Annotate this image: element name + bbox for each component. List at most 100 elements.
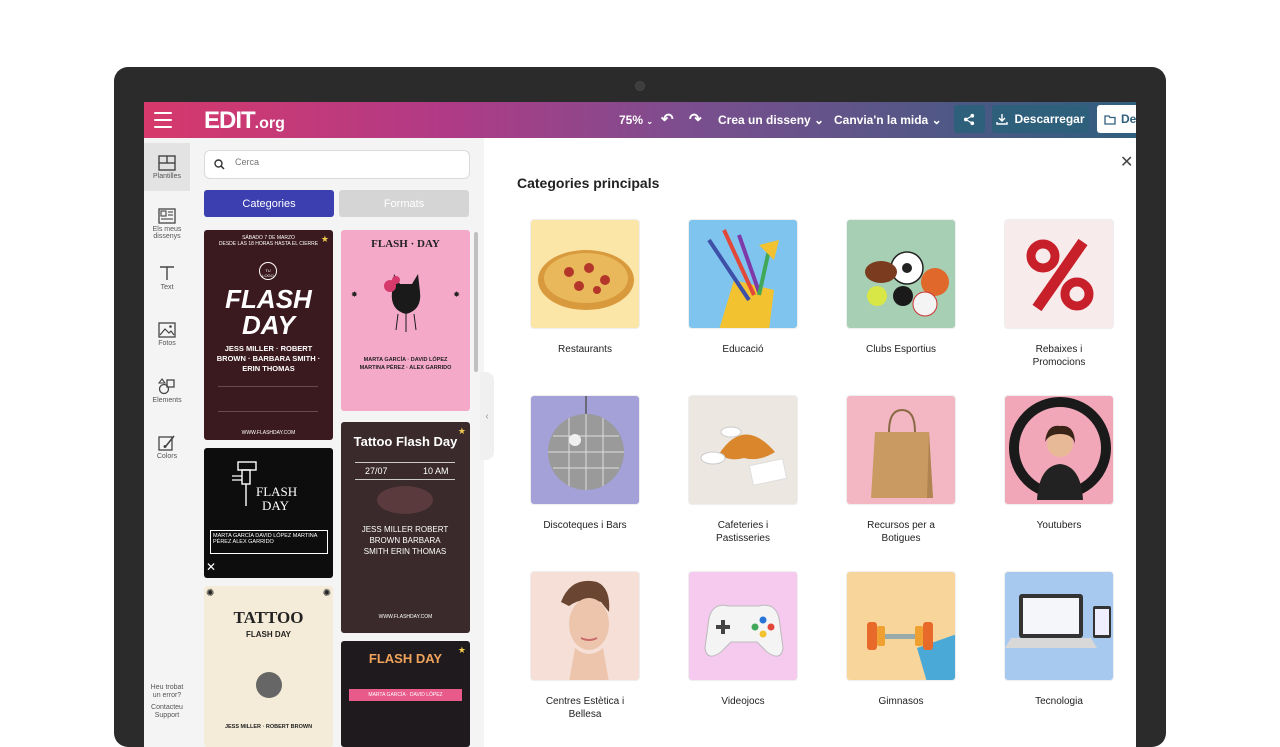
category-image — [688, 219, 798, 329]
colors-icon — [158, 435, 175, 451]
rail-my-designs-label-2: dissenys — [153, 233, 181, 240]
category-card-sales-promotions[interactable]: Rebaixes i Promocions — [1004, 219, 1114, 369]
create-design-menu[interactable]: Crea un disseny ⌄ — [718, 113, 824, 127]
share-button[interactable] — [954, 105, 985, 133]
category-label-line: Restaurants — [558, 344, 612, 355]
download-button[interactable]: Descarregar — [992, 105, 1089, 133]
template-title: FLASH DAY — [245, 630, 292, 639]
panel-scrollbar[interactable] — [474, 232, 478, 372]
gamepad-icon — [704, 604, 784, 657]
rail-my-designs-label-1: Els meus — [152, 226, 182, 233]
close-icon[interactable]: ✕ — [1120, 152, 1133, 172]
report-error-link[interactable]: Heu trobat un error? — [144, 684, 190, 700]
photos-icon — [158, 322, 176, 338]
rail-colors-label: Colors — [156, 453, 178, 460]
category-card-discos-bars[interactable]: Discoteques i Bars — [530, 395, 640, 532]
rail-elements[interactable]: Elements — [144, 374, 190, 414]
category-card-cafes-bakeries[interactable]: Cafeteries i Pastisseries — [688, 395, 798, 545]
category-card-store-resources[interactable]: Recursos per a Botigues — [846, 395, 956, 545]
dumbbell-icon — [867, 622, 955, 680]
category-label-line: Recursos per a — [867, 520, 935, 531]
folder-icon — [1104, 114, 1116, 125]
chevron-down-icon: ⌄ — [931, 113, 942, 127]
rail-text[interactable]: Text — [144, 260, 190, 300]
template-thumbnail[interactable]: FLASH · DAY ✸ ✸ MARTA GARCÍA · DAVID LÓP… — [341, 230, 470, 411]
sparkle-icon: ✸ — [351, 290, 358, 299]
category-image — [846, 571, 956, 681]
collapse-panel-handle[interactable]: ‹ — [480, 372, 494, 460]
download-icon — [996, 114, 1009, 125]
template-title: Tattoo Flash Day — [353, 434, 458, 449]
template-thumbnail[interactable]: TATTOO FLASH DAY ✺ ✺ JESS MILLER · ROBER… — [204, 586, 333, 747]
category-label: Clubs Esportius — [846, 343, 956, 356]
search-input[interactable] — [235, 157, 435, 167]
category-image — [530, 219, 640, 329]
template-thumbnail[interactable]: ★ SÁBADO 7 DE MARZO DESDE LAS 18 HORAS H… — [204, 230, 333, 440]
category-label-line: Centres Estètica i — [545, 696, 625, 707]
category-label: Youtubers — [1004, 519, 1114, 532]
contact-support-link[interactable]: Contacteu Support — [144, 704, 190, 720]
app-screen: EDIT.org 75% ⌄ ↶ ↷ Crea un disseny ⌄ Can… — [144, 102, 1136, 747]
category-label: Gimnasos — [846, 695, 956, 708]
category-card-technology[interactable]: Tecnologia — [1004, 571, 1114, 708]
laptop-frame: EDIT.org 75% ⌄ ↶ ↷ Crea un disseny ⌄ Can… — [114, 67, 1166, 747]
chevron-left-icon: ‹ — [485, 410, 489, 422]
zoom-select[interactable]: 75% ⌄ — [619, 113, 653, 127]
template-thumbnail[interactable]: ★ FLASH DAY MARTA GARCÍA · DAVID LÓPEZ — [341, 641, 470, 747]
folder-button[interactable]: De — [1097, 105, 1136, 133]
category-image — [846, 219, 956, 329]
tattoo-illustration — [377, 486, 433, 514]
rail-my-designs[interactable]: Els meus dissenys — [144, 204, 190, 248]
template-thumbnail[interactable]: FLASH DAY MARTA GARCÍA DAVID LÓPEZ MARTI… — [204, 448, 333, 578]
contact-support-label-1: Contacteu — [151, 704, 183, 711]
category-card-gyms[interactable]: Gimnasos — [846, 571, 956, 708]
resize-menu[interactable]: Canvia'n la mida ⌄ — [834, 113, 942, 127]
category-card-education[interactable]: Educació — [688, 219, 798, 356]
logo[interactable]: EDIT.org — [204, 107, 285, 135]
template-thumbnail[interactable]: ★ Tattoo Flash Day 27/07 10 AM JESS MILL… — [341, 422, 470, 633]
category-card-sports-clubs[interactable]: Clubs Esportius — [846, 219, 956, 356]
percent-icon — [1026, 238, 1094, 312]
template-title: TATTOO — [233, 608, 304, 627]
ring-light-icon — [1009, 397, 1111, 500]
template-title: DAY — [242, 310, 295, 340]
chevron-down-icon: ⌄ — [814, 113, 825, 127]
contact-support-label-2: Support — [154, 712, 180, 719]
category-card-videogames[interactable]: Videojocs — [688, 571, 798, 708]
category-label: Cafeteries i Pastisseries — [688, 519, 798, 545]
croissant-icon — [700, 426, 788, 486]
tab-formats[interactable]: Formats — [339, 190, 469, 217]
search-icon — [214, 159, 225, 170]
template-text: JESS MILLER · ROBERT BROWN · BARBARA SMI… — [216, 344, 321, 373]
undo-icon[interactable]: ↶ — [661, 110, 674, 128]
category-label-line: Clubs Esportius — [865, 344, 937, 355]
template-text: WWW.FLASHDAY.COM — [378, 614, 433, 620]
menu-icon[interactable] — [154, 112, 172, 128]
category-label-line: Videojocs — [721, 696, 765, 707]
redo-icon[interactable]: ↷ — [689, 110, 702, 128]
tab-formats-label: Formats — [383, 197, 425, 210]
tab-categories[interactable]: Categories — [204, 190, 334, 217]
category-label: Educació — [688, 343, 798, 356]
school-supplies-icon — [707, 229, 779, 328]
resize-label: Canvia'n la mida — [834, 113, 929, 127]
rail-colors[interactable]: Colors — [144, 430, 190, 470]
logo-main: EDIT — [204, 107, 256, 134]
laptop-icon — [1005, 594, 1111, 648]
category-card-youtubers[interactable]: Youtubers — [1004, 395, 1114, 532]
category-label: Videojocs — [688, 695, 798, 708]
logo-suffix: .org — [254, 115, 285, 132]
category-label: Centres Estètica i Bellesa — [530, 695, 640, 721]
zoom-value: 75% — [619, 113, 644, 127]
rail-templates[interactable]: Plantilles — [144, 143, 190, 191]
category-label-line: Rebaixes i — [1035, 344, 1083, 355]
category-card-beauty-centers[interactable]: Centres Estètica i Bellesa — [530, 571, 640, 721]
face-icon — [561, 580, 610, 680]
sparkle-icon: ✸ — [453, 290, 460, 299]
category-label: Tecnologia — [1004, 695, 1114, 708]
category-label-line: Youtubers — [1036, 520, 1082, 531]
category-card-restaurants[interactable]: Restaurants — [530, 219, 640, 356]
rail-elements-label: Elements — [152, 397, 182, 404]
rail-photos[interactable]: Fotos — [144, 318, 190, 358]
category-label-line: Botigues — [881, 533, 921, 544]
